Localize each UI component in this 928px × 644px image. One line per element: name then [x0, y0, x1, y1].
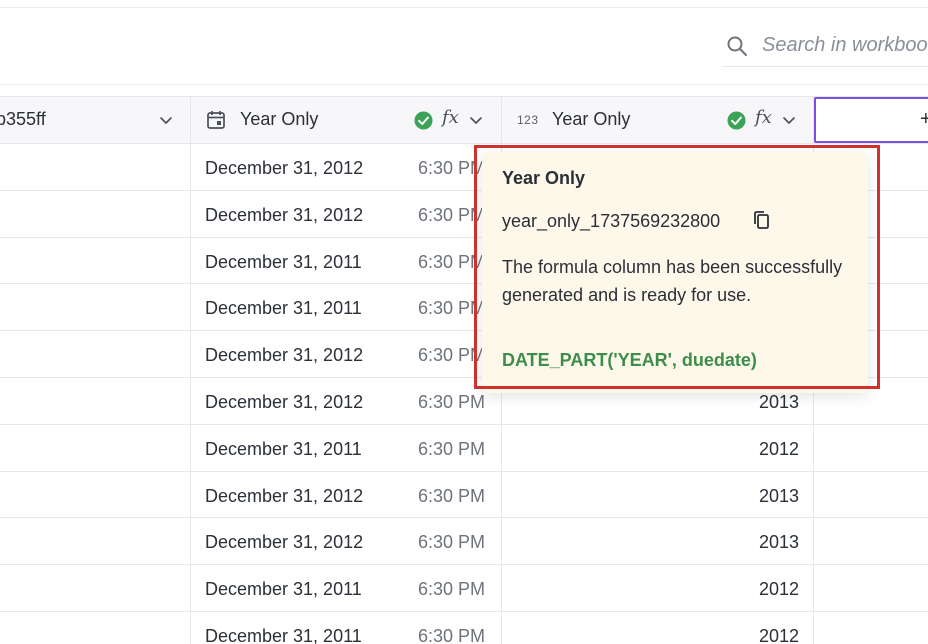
cell-date[interactable]: December 31, 2011 6:30 PM [191, 565, 502, 612]
cell-date-value: December 31, 2011 [205, 251, 362, 272]
cell-date-value: December 31, 2012 [205, 204, 364, 225]
cell-time-value: 6:30 PM [418, 579, 486, 600]
cell-date[interactable]: December 31, 2012 6:30 PM [191, 144, 502, 190]
formula-icon[interactable]: fx [755, 107, 772, 128]
toolbar-divider [0, 84, 928, 85]
cell-b355ff[interactable] [0, 190, 191, 237]
cell-time-value: 6:30 PM [418, 204, 486, 225]
table-header-row: b355ff Year Only fx 123 Year Only fx [0, 96, 928, 144]
cell-date-value: December 31, 2011 [205, 298, 362, 319]
cell-date[interactable]: December 31, 2012 6:30 PM [191, 190, 502, 237]
cell-time-value: 6:30 PM [418, 392, 486, 412]
cell-time-value: 6:30 PM [418, 251, 486, 272]
cell-year[interactable]: 2012 [502, 424, 814, 471]
cell-date[interactable]: December 31, 2012 6:30 PM [191, 331, 502, 378]
cell-time-value: 6:30 PM [418, 298, 486, 319]
cell-year-value: 2013 [758, 532, 799, 553]
cell-date[interactable]: December 31, 2012 6:30 PM [191, 518, 502, 565]
search-input[interactable] [762, 30, 928, 60]
cell-b355ff[interactable] [0, 331, 191, 378]
cell-year[interactable]: 2012 [502, 612, 814, 644]
formula-icon[interactable]: fx [442, 107, 459, 128]
tooltip-formula: DATE_PART('YEAR', duedate) [502, 350, 757, 370]
cell-time-value: 6:30 PM [418, 485, 486, 506]
cell-date[interactable]: December 31, 2011 6:30 PM [191, 424, 502, 471]
search-icon[interactable] [726, 35, 748, 57]
column-header-label: Year Only [240, 109, 319, 129]
cell-year-value: 2013 [758, 392, 799, 412]
table-row[interactable]: December 31, 2012 6:30 PM 2013 [0, 518, 928, 566]
cell-date[interactable]: December 31, 2012 6:30 PM [191, 471, 502, 518]
top-divider [0, 7, 928, 8]
cell-date-value: December 31, 2012 [205, 532, 364, 553]
cell-time-value: 6:30 PM [418, 438, 486, 459]
cell-b355ff[interactable] [0, 284, 191, 331]
cell-year-value: 2013 [758, 485, 799, 506]
cell-year[interactable]: 2012 [502, 565, 814, 612]
add-column-button[interactable]: + [814, 97, 928, 143]
column-header-year-only-number[interactable]: 123 Year Only fx [502, 97, 814, 143]
check-circle-icon [414, 111, 433, 130]
cell-date-value: December 31, 2011 [205, 579, 362, 600]
cell-year-value: 2012 [758, 626, 799, 644]
table-row[interactable]: December 31, 2012 6:30 PM 2013 [0, 471, 928, 519]
cell-time-value: 6:30 PM [418, 532, 486, 553]
tooltip-description: The formula column has been successfully… [502, 257, 843, 305]
cell-date-value: December 31, 2012 [205, 345, 364, 366]
cell-date-value: December 31, 2012 [205, 392, 364, 412]
cell-date-value: December 31, 2011 [205, 438, 362, 459]
cell-b355ff[interactable] [0, 237, 191, 284]
column-header-b355ff[interactable]: b355ff [0, 97, 191, 143]
cell-date[interactable]: December 31, 2012 6:30 PM [191, 378, 502, 424]
cell-year[interactable]: 2013 [502, 471, 814, 518]
chevron-down-icon[interactable] [781, 112, 797, 128]
table-row[interactable]: December 31, 2011 6:30 PM 2012 [0, 424, 928, 472]
cell-date-value: December 31, 2012 [205, 158, 364, 178]
cell-time-value: 6:30 PM [418, 158, 486, 178]
cell-date[interactable]: December 31, 2011 6:30 PM [191, 612, 502, 644]
cell-date[interactable]: December 31, 2011 6:30 PM [191, 237, 502, 284]
cell-year-value: 2012 [758, 438, 799, 459]
cell-time-value: 6:30 PM [418, 626, 486, 644]
cell-b355ff[interactable] [0, 424, 191, 471]
cell-date[interactable]: December 31, 2011 6:30 PM [191, 284, 502, 331]
add-column-label: + [920, 108, 928, 130]
cell-date-value: December 31, 2012 [205, 485, 364, 506]
calendar-icon [207, 111, 225, 129]
cell-b355ff[interactable] [0, 144, 191, 190]
chevron-down-icon[interactable] [158, 112, 174, 128]
cell-b355ff[interactable] [0, 565, 191, 612]
search-bar[interactable] [722, 28, 928, 67]
cell-b355ff[interactable] [0, 518, 191, 565]
copy-icon[interactable] [752, 210, 771, 230]
column-header-year-only-date[interactable]: Year Only fx [191, 97, 502, 143]
column-header-label: b355ff [0, 109, 46, 129]
cell-b355ff[interactable] [0, 378, 191, 424]
chevron-down-icon[interactable] [468, 112, 484, 128]
tooltip-column-id: year_only_1737569232800 [502, 211, 721, 231]
workbook-page: b355ff Year Only fx 123 [0, 0, 928, 644]
table-row[interactable]: December 31, 2011 6:30 PM 2012 [0, 612, 928, 644]
cell-date-value: December 31, 2011 [205, 626, 362, 644]
number-type-icon: 123 [517, 113, 539, 127]
table-row[interactable]: December 31, 2011 6:30 PM 2012 [0, 565, 928, 612]
column-info-tooltip: Year Only year_only_1737569232800 The fo… [482, 152, 868, 393]
cell-year[interactable]: 2013 [502, 518, 814, 565]
cell-year-value: 2012 [758, 579, 799, 600]
tooltip-title: Year Only [502, 168, 586, 188]
cell-b355ff[interactable] [0, 471, 191, 518]
cell-time-value: 6:30 PM [418, 345, 486, 366]
check-circle-icon [727, 111, 746, 130]
column-header-label: Year Only [552, 109, 631, 129]
cell-b355ff[interactable] [0, 612, 191, 644]
